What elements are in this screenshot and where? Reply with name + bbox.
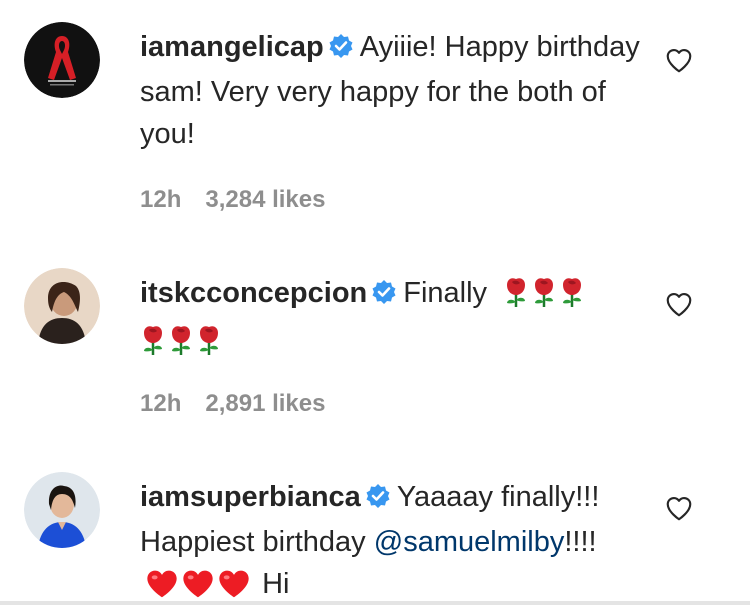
profile-photo bbox=[24, 472, 100, 548]
comment-1: iamangelicap Ayiiie! Happy birthday sam! … bbox=[0, 0, 750, 230]
avatar[interactable] bbox=[24, 472, 100, 548]
verified-badge-icon bbox=[365, 479, 391, 521]
rose-emoji-icon bbox=[196, 324, 222, 368]
heart-like-icon[interactable] bbox=[664, 493, 694, 523]
likes-count[interactable]: 2,891 likes bbox=[205, 390, 325, 417]
comment-2: itskcconcepcion Finally 12h 2,891 likes bbox=[0, 230, 750, 430]
mention-link[interactable]: @samuelmilby bbox=[374, 526, 565, 558]
username[interactable]: iamangelicap bbox=[140, 31, 324, 63]
rose-emoji-icon bbox=[168, 324, 194, 368]
comment-3: iamsuperbianca Yaaaay finally!!! Happiest… bbox=[0, 430, 750, 601]
timestamp: 12h bbox=[140, 390, 182, 417]
username[interactable]: itskcconcepcion bbox=[140, 277, 367, 309]
comment-body-end: Hi bbox=[262, 568, 290, 600]
rose-emoji-icon bbox=[140, 324, 166, 368]
comment-body: Finally bbox=[403, 277, 488, 309]
avatar[interactable] bbox=[24, 268, 100, 344]
rose-emoji-icon bbox=[559, 276, 585, 320]
comment-body-suffix: !!!! bbox=[564, 526, 597, 558]
divider bbox=[0, 601, 750, 605]
rose-emoji-icon bbox=[503, 276, 529, 320]
comment-text: iamangelicap Ayiiie! Happy birthday sam! … bbox=[140, 26, 640, 155]
likes-count[interactable]: 3,284 likes bbox=[205, 186, 325, 213]
avatar[interactable] bbox=[24, 22, 100, 98]
timestamp: 12h bbox=[140, 186, 182, 213]
comment-meta: 12h 2,891 likes bbox=[140, 390, 349, 418]
heart-like-icon[interactable] bbox=[664, 45, 694, 75]
rose-emoji-icon bbox=[531, 276, 557, 320]
red-ribbon-logo-icon bbox=[24, 22, 100, 98]
verified-badge-icon bbox=[371, 275, 397, 317]
verified-badge-icon bbox=[328, 29, 354, 71]
profile-photo bbox=[24, 268, 100, 344]
comment-text: itskcconcepcion Finally bbox=[140, 272, 640, 368]
comment-meta: 12h 3,284 likes bbox=[140, 186, 349, 214]
comment-text: iamsuperbianca Yaaaay finally!!! Happiest… bbox=[140, 476, 640, 611]
username[interactable]: iamsuperbianca bbox=[140, 481, 361, 513]
heart-like-icon[interactable] bbox=[664, 289, 694, 319]
